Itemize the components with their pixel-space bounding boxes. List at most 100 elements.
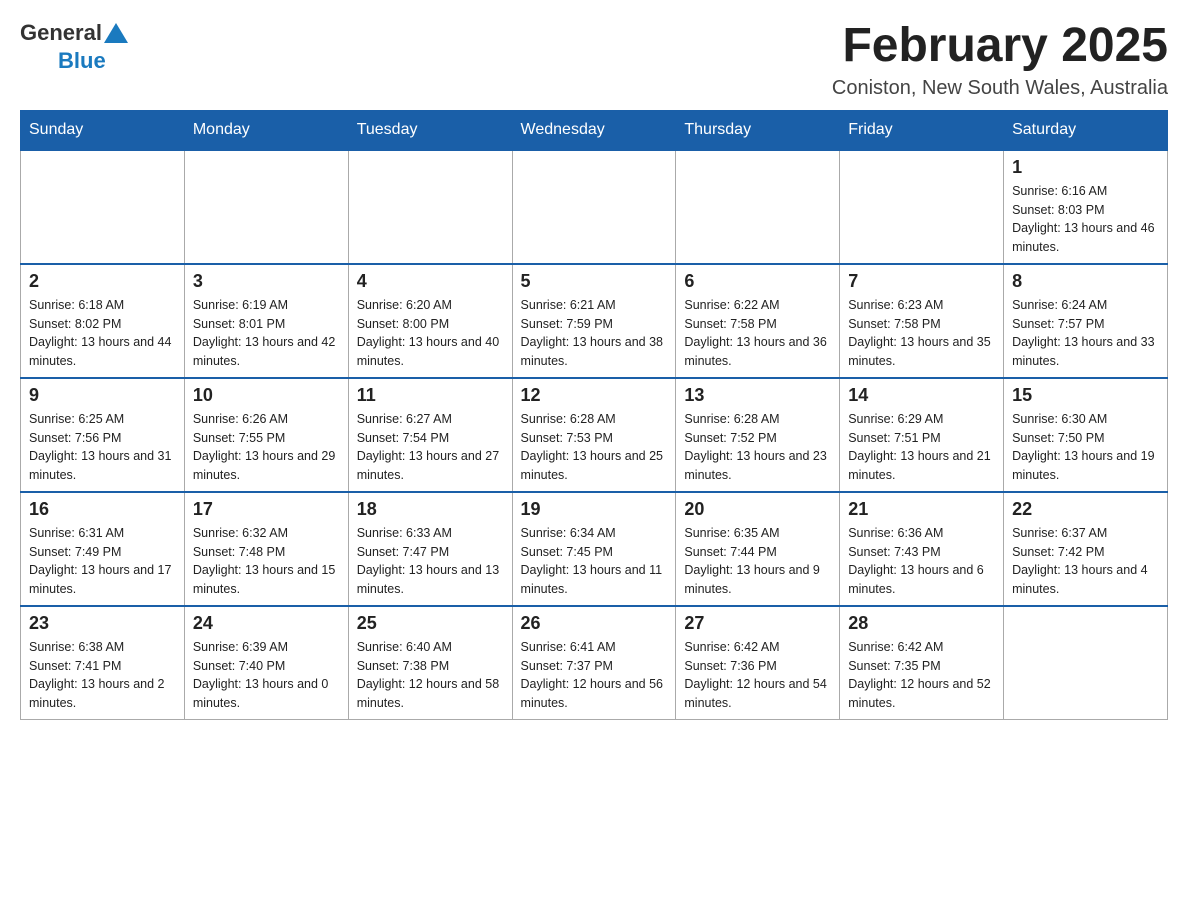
- day-number: 14: [848, 385, 995, 406]
- header-saturday: Saturday: [1004, 110, 1168, 150]
- calendar-cell: 27Sunrise: 6:42 AMSunset: 7:36 PMDayligh…: [676, 606, 840, 720]
- day-info: Sunrise: 6:38 AMSunset: 7:41 PMDaylight:…: [29, 638, 176, 713]
- calendar-cell: [21, 150, 185, 264]
- day-number: 2: [29, 271, 176, 292]
- day-number: 25: [357, 613, 504, 634]
- calendar-cell: 14 Sunrise: 6:29 AMSunset: 7:51 PMDayligh…: [840, 378, 1004, 492]
- week-row-0: 1 Sunrise: 6:16 AMSunset: 8:03 PMDaylight…: [21, 150, 1168, 264]
- calendar-cell: 24 Sunrise: 6:39 AMSunset: 7:40 PMDayligh…: [184, 606, 348, 720]
- day-number: 19: [521, 499, 668, 520]
- calendar-cell: 28 Sunrise: 6:42 AMSunset: 7:35 PMDayligh…: [840, 606, 1004, 720]
- calendar-cell: 11 Sunrise: 6:27 AMSunset: 7:54 PMDayligh…: [348, 378, 512, 492]
- logo-general-text: General: [20, 20, 102, 46]
- calendar-cell: [512, 150, 676, 264]
- day-info: Sunrise: 6:42 AMSunset: 7:35 PMDaylight:…: [848, 638, 995, 713]
- calendar-cell: 12 Sunrise: 6:28 AMSunset: 7:53 PMDayligh…: [512, 378, 676, 492]
- day-number: 20: [684, 499, 831, 520]
- day-number: 11: [357, 385, 504, 406]
- calendar-cell: 7 Sunrise: 6:23 AMSunset: 7:58 PMDaylight…: [840, 264, 1004, 378]
- day-number: 26: [521, 613, 668, 634]
- calendar-cell: 3Sunrise: 6:19 AMSunset: 8:01 PMDaylight…: [184, 264, 348, 378]
- day-info: Sunrise: 6:22 AMSunset: 7:58 PMDaylight:…: [684, 296, 831, 371]
- week-row-1: 2 Sunrise: 6:18 AMSunset: 8:02 PMDaylight…: [21, 264, 1168, 378]
- day-info: Sunrise: 6:33 AMSunset: 7:47 PMDaylight:…: [357, 524, 504, 599]
- calendar-cell: 22 Sunrise: 6:37 AMSunset: 7:42 PMDayligh…: [1004, 492, 1168, 606]
- calendar-cell: [676, 150, 840, 264]
- day-number: 12: [521, 385, 668, 406]
- logo: General Blue: [20, 20, 130, 74]
- calendar-cell: 19 Sunrise: 6:34 AMSunset: 7:45 PMDayligh…: [512, 492, 676, 606]
- day-number: 24: [193, 613, 340, 634]
- week-row-4: 23 Sunrise: 6:38 AMSunset: 7:41 PMDayligh…: [21, 606, 1168, 720]
- calendar-cell: 10 Sunrise: 6:26 AMSunset: 7:55 PMDayligh…: [184, 378, 348, 492]
- header-friday: Friday: [840, 110, 1004, 150]
- page-header: General Blue February 2025 Coniston, New…: [20, 20, 1168, 100]
- day-info: Sunrise: 6:28 AMSunset: 7:53 PMDaylight:…: [521, 410, 668, 485]
- header-monday: Monday: [184, 110, 348, 150]
- calendar-cell: 1 Sunrise: 6:16 AMSunset: 8:03 PMDaylight…: [1004, 150, 1168, 264]
- calendar-cell: 26Sunrise: 6:41 AMSunset: 7:37 PMDayligh…: [512, 606, 676, 720]
- day-number: 5: [521, 271, 668, 292]
- calendar-cell: 6 Sunrise: 6:22 AMSunset: 7:58 PMDaylight…: [676, 264, 840, 378]
- day-info: Sunrise: 6:32 AMSunset: 7:48 PMDaylight:…: [193, 524, 340, 599]
- calendar-cell: 17 Sunrise: 6:32 AMSunset: 7:48 PMDayligh…: [184, 492, 348, 606]
- calendar-cell: 23 Sunrise: 6:38 AMSunset: 7:41 PMDayligh…: [21, 606, 185, 720]
- day-info: Sunrise: 6:34 AMSunset: 7:45 PMDaylight:…: [521, 524, 668, 599]
- day-info: Sunrise: 6:36 AMSunset: 7:43 PMDaylight:…: [848, 524, 995, 599]
- day-info: Sunrise: 6:28 AMSunset: 7:52 PMDaylight:…: [684, 410, 831, 485]
- calendar-cell: 9 Sunrise: 6:25 AMSunset: 7:56 PMDaylight…: [21, 378, 185, 492]
- day-info: Sunrise: 6:29 AMSunset: 7:51 PMDaylight:…: [848, 410, 995, 485]
- day-info: Sunrise: 6:39 AMSunset: 7:40 PMDaylight:…: [193, 638, 340, 713]
- calendar-cell: [1004, 606, 1168, 720]
- day-number: 13: [684, 385, 831, 406]
- header-wednesday: Wednesday: [512, 110, 676, 150]
- day-info: Sunrise: 6:25 AMSunset: 7:56 PMDaylight:…: [29, 410, 176, 485]
- day-info: Sunrise: 6:35 AMSunset: 7:44 PMDaylight:…: [684, 524, 831, 599]
- day-number: 28: [848, 613, 995, 634]
- day-info: Sunrise: 6:30 AMSunset: 7:50 PMDaylight:…: [1012, 410, 1159, 485]
- calendar-cell: [840, 150, 1004, 264]
- day-number: 6: [684, 271, 831, 292]
- day-info: Sunrise: 6:31 AMSunset: 7:49 PMDaylight:…: [29, 524, 176, 599]
- day-number: 7: [848, 271, 995, 292]
- calendar-cell: 13 Sunrise: 6:28 AMSunset: 7:52 PMDayligh…: [676, 378, 840, 492]
- day-info: Sunrise: 6:24 AMSunset: 7:57 PMDaylight:…: [1012, 296, 1159, 371]
- weekday-header-row: Sunday Monday Tuesday Wednesday Thursday…: [21, 110, 1168, 150]
- calendar-cell: [184, 150, 348, 264]
- day-number: 10: [193, 385, 340, 406]
- day-info: Sunrise: 6:23 AMSunset: 7:58 PMDaylight:…: [848, 296, 995, 371]
- day-number: 18: [357, 499, 504, 520]
- day-info: Sunrise: 6:21 AMSunset: 7:59 PMDaylight:…: [521, 296, 668, 371]
- calendar-cell: 25 Sunrise: 6:40 AMSunset: 7:38 PMDayligh…: [348, 606, 512, 720]
- calendar-cell: [348, 150, 512, 264]
- month-title: February 2025: [832, 20, 1168, 73]
- calendar-cell: 21 Sunrise: 6:36 AMSunset: 7:43 PMDayligh…: [840, 492, 1004, 606]
- calendar-cell: 15Sunrise: 6:30 AMSunset: 7:50 PMDayligh…: [1004, 378, 1168, 492]
- day-number: 27: [684, 613, 831, 634]
- day-number: 16: [29, 499, 176, 520]
- day-number: 17: [193, 499, 340, 520]
- calendar-cell: 5 Sunrise: 6:21 AMSunset: 7:59 PMDaylight…: [512, 264, 676, 378]
- logo-blue-text: Blue: [58, 48, 106, 74]
- day-info: Sunrise: 6:37 AMSunset: 7:42 PMDaylight:…: [1012, 524, 1159, 599]
- day-number: 23: [29, 613, 176, 634]
- day-info: Sunrise: 6:27 AMSunset: 7:54 PMDaylight:…: [357, 410, 504, 485]
- day-number: 9: [29, 385, 176, 406]
- day-info: Sunrise: 6:16 AMSunset: 8:03 PMDaylight:…: [1012, 182, 1159, 257]
- day-info: Sunrise: 6:26 AMSunset: 7:55 PMDaylight:…: [193, 410, 340, 485]
- calendar-table: Sunday Monday Tuesday Wednesday Thursday…: [20, 110, 1168, 720]
- header-sunday: Sunday: [21, 110, 185, 150]
- day-info: Sunrise: 6:18 AMSunset: 8:02 PMDaylight:…: [29, 296, 176, 371]
- week-row-2: 9 Sunrise: 6:25 AMSunset: 7:56 PMDaylight…: [21, 378, 1168, 492]
- logo-triangle-icon: [104, 23, 128, 43]
- calendar-cell: 20 Sunrise: 6:35 AMSunset: 7:44 PMDayligh…: [676, 492, 840, 606]
- location: Coniston, New South Wales, Australia: [832, 77, 1168, 100]
- day-number: 3: [193, 271, 340, 292]
- day-info: Sunrise: 6:40 AMSunset: 7:38 PMDaylight:…: [357, 638, 504, 713]
- day-number: 21: [848, 499, 995, 520]
- day-number: 22: [1012, 499, 1159, 520]
- day-number: 4: [357, 271, 504, 292]
- day-number: 1: [1012, 157, 1159, 178]
- calendar-cell: 16 Sunrise: 6:31 AMSunset: 7:49 PMDayligh…: [21, 492, 185, 606]
- calendar-cell: 18 Sunrise: 6:33 AMSunset: 7:47 PMDayligh…: [348, 492, 512, 606]
